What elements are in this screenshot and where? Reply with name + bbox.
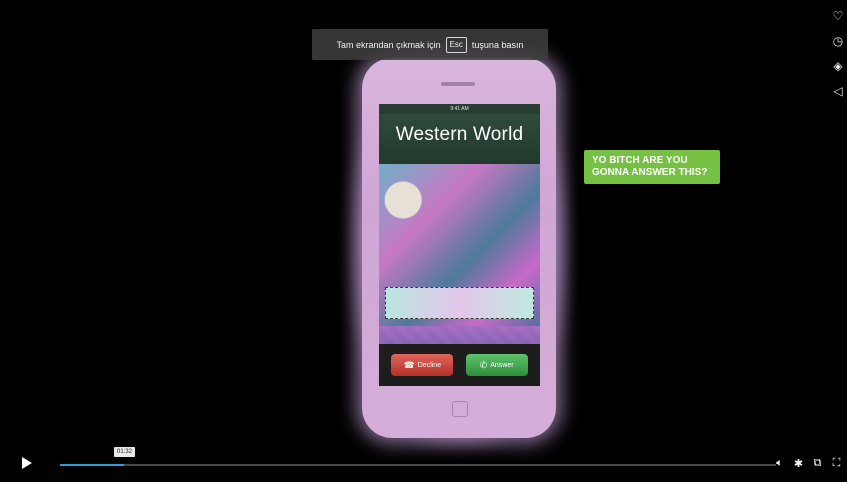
play-button[interactable]	[22, 457, 32, 469]
volume-icon[interactable]: 🔈︎	[773, 457, 786, 470]
picture-in-picture-icon[interactable]: ⧉	[811, 457, 824, 470]
call-buttons: ☎ Decline ✆ Answer	[379, 344, 540, 386]
video-player[interactable]: 9:41 AM Western World ☎ Decline ✆ Answer…	[0, 0, 847, 482]
clock-icon[interactable]: ◷	[833, 33, 843, 50]
decline-call-graphic: ☎ Decline	[391, 354, 454, 376]
layers-icon[interactable]: ◈	[833, 58, 842, 75]
control-bar: 01:32 🔈︎ ✱ ⧉ ⛶	[0, 447, 847, 482]
settings-icon[interactable]: ✱	[792, 457, 805, 470]
progress-bar[interactable]	[60, 464, 776, 466]
esc-key: Esc	[445, 36, 467, 53]
phone-home-button	[452, 401, 468, 417]
time-tooltip: 01:32	[114, 447, 136, 457]
phone-hangup-icon: ☎	[403, 359, 415, 370]
send-icon[interactable]: ◁	[833, 83, 842, 100]
slide-bar	[385, 287, 534, 319]
phone-wallpaper	[379, 164, 540, 386]
phone-screen: 9:41 AM Western World ☎ Decline ✆ Answer	[379, 104, 540, 386]
answer-call-graphic: ✆ Answer	[465, 354, 528, 376]
phone-status-time: 9:41 AM	[450, 106, 469, 112]
phone-status-bar: 9:41 AM	[379, 104, 540, 114]
phone-icon: ✆	[479, 359, 488, 370]
decline-label: Decline	[417, 361, 442, 369]
caller-area: Western World	[379, 114, 540, 164]
esc-notice-before: Tam ekrandan çıkmak için	[336, 39, 441, 50]
right-controls: 🔈︎ ✱ ⧉ ⛶	[773, 457, 843, 470]
side-action-icons: ♡ ◷ ◈ ◁	[831, 8, 845, 100]
text-bubble: YO BITCH ARE YOU GONNA ANSWER THIS?	[584, 150, 720, 184]
fullscreen-exit-notice: Tam ekrandan çıkmak için Esc tuşuna bası…	[312, 29, 548, 60]
progress-fill	[60, 464, 125, 466]
phone-speaker	[441, 82, 475, 86]
caller-name: Western World	[395, 124, 524, 145]
fullscreen-exit-icon[interactable]: ⛶	[830, 457, 843, 470]
answer-label: Answer	[490, 361, 514, 369]
heart-icon[interactable]: ♡	[833, 8, 844, 25]
esc-notice-after: tuşuna basın	[471, 39, 524, 50]
